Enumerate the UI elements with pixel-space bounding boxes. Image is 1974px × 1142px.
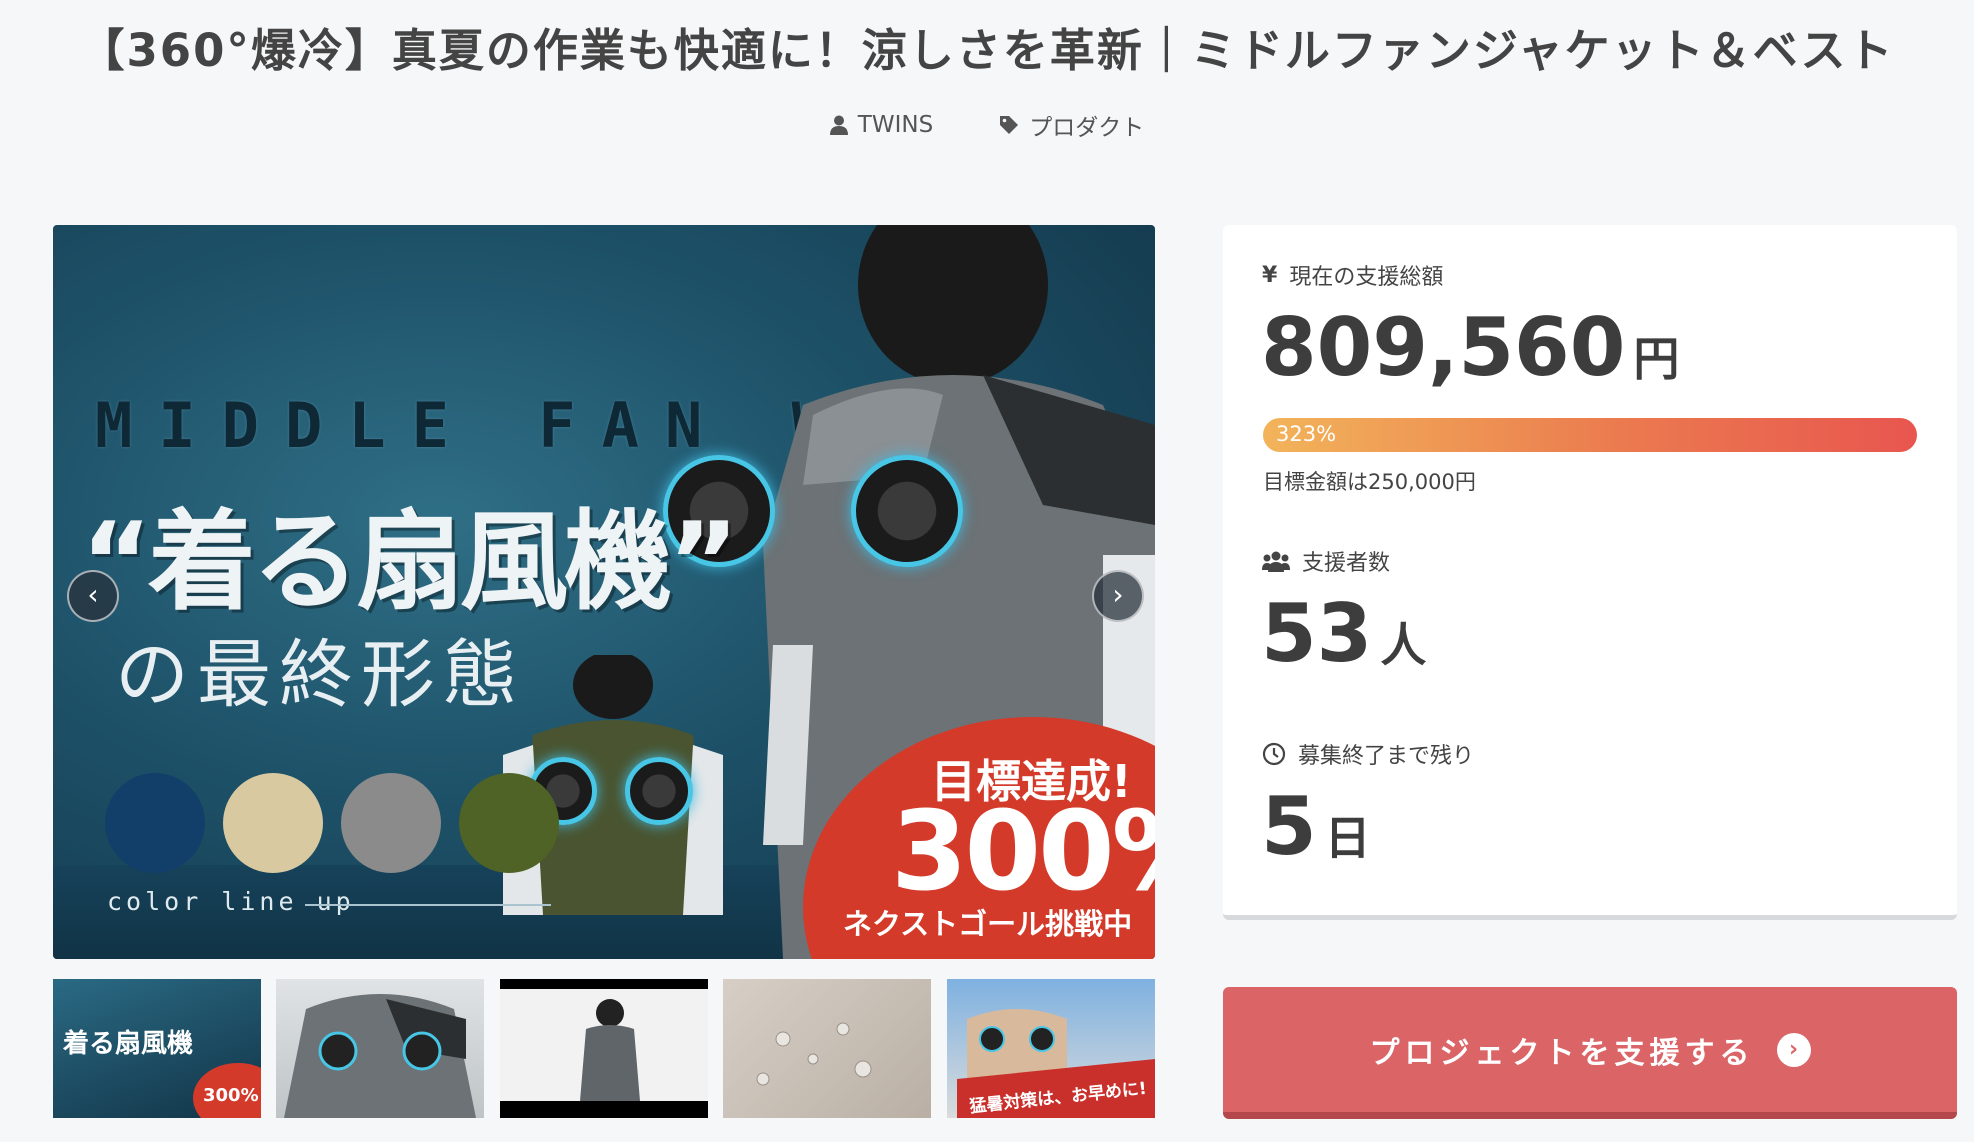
thumbnail-4-art [756, 1022, 872, 1086]
amount-number: 809,560 [1261, 301, 1626, 394]
category-link[interactable]: プロダクト [999, 108, 1144, 142]
thumbnail-5[interactable]: 猛暑対策は、お早めに! [947, 979, 1155, 1118]
backers-value: 53 人 [1261, 587, 1426, 680]
user-icon [829, 115, 848, 135]
tag-icon [1000, 116, 1019, 134]
color-lineup-label: color line up [107, 887, 355, 916]
progress-percent: 323% [1276, 422, 1337, 446]
backers-label-text: 支援者数 [1302, 551, 1391, 576]
badge-line-2: 300% [891, 787, 1155, 915]
category-name: プロダクト [1029, 115, 1145, 141]
color-swatch-gray [341, 773, 441, 873]
amount-value: 809,560 円 [1261, 301, 1679, 394]
funding-progress-bar: 323% [1263, 418, 1917, 452]
thumbnail-1[interactable]: 着る扇風機 300% [53, 979, 261, 1118]
remaining-number: 5 [1261, 780, 1317, 873]
users-icon [1262, 551, 1290, 572]
remaining-label-text: 募集終了まで残り [1298, 744, 1475, 769]
goal-amount: 目標金額は250,000円 [1263, 470, 1476, 494]
color-lineup-rule [305, 904, 551, 906]
remaining-label: 募集終了まで残り [1262, 738, 1474, 770]
badge-line-3: ネクストゴール挑戦中 [843, 907, 1133, 941]
backers-label: 支援者数 [1262, 545, 1390, 577]
page-title: 【360°爆冷】真夏の作業も快適に！涼しさを革新｜ミドルファンジャケット＆ベスト [79, 24, 1895, 77]
hero-image: MIDDLE FAN WEAR “着る扇風機” の最終形態 color line… [53, 225, 1155, 959]
thumbnail-3-art [580, 999, 640, 1101]
carousel-prev-button[interactable]: ‹ [67, 570, 119, 622]
backers-number: 53 [1261, 587, 1373, 680]
color-swatch-olive [459, 773, 559, 873]
hero-headline: “着る扇風機” [81, 500, 739, 625]
arrow-right-icon: › [1776, 1032, 1811, 1067]
amount-unit: 円 [1633, 332, 1680, 386]
color-swatch-beige [223, 773, 323, 873]
clock-icon [1262, 742, 1286, 766]
yen-icon: ¥ [1262, 262, 1278, 288]
amount-label: ¥ 現在の支援総額 [1262, 259, 1443, 291]
thumbnail-3[interactable] [500, 979, 708, 1118]
thumbnail-1-text: 着る扇風機 [63, 1029, 194, 1059]
fan-vest-right [625, 757, 693, 825]
thumbnail-2-art [284, 994, 476, 1118]
carousel-next-button[interactable]: › [1092, 570, 1144, 622]
backers-unit: 人 [1380, 618, 1427, 672]
thumbnail-3-frame [500, 989, 708, 1101]
author-link[interactable]: TWINS [829, 108, 934, 142]
support-button-label: プロジェクトを支援する [1369, 1035, 1755, 1071]
thumbnail-2[interactable] [276, 979, 484, 1118]
thumbnail-1-sub: 300% [203, 1085, 259, 1106]
color-swatch-navy [105, 773, 205, 873]
funding-panel: ¥ 現在の支援総額 809,560 円 323% 目標金額は250,000円 支援… [1223, 225, 1957, 920]
author-name: TWINS [857, 112, 934, 138]
project-meta: TWINS プロダクト [0, 108, 1974, 142]
remaining-value: 5日 [1261, 780, 1371, 873]
remaining-unit: 日 [1324, 811, 1371, 865]
amount-label-text: 現在の支援総額 [1289, 265, 1444, 290]
thumbnail-4[interactable] [723, 979, 931, 1118]
support-project-button[interactable]: プロジェクトを支援する › [1223, 987, 1957, 1119]
fan-right [851, 455, 963, 567]
hero-subline: の最終形態 [115, 632, 525, 718]
